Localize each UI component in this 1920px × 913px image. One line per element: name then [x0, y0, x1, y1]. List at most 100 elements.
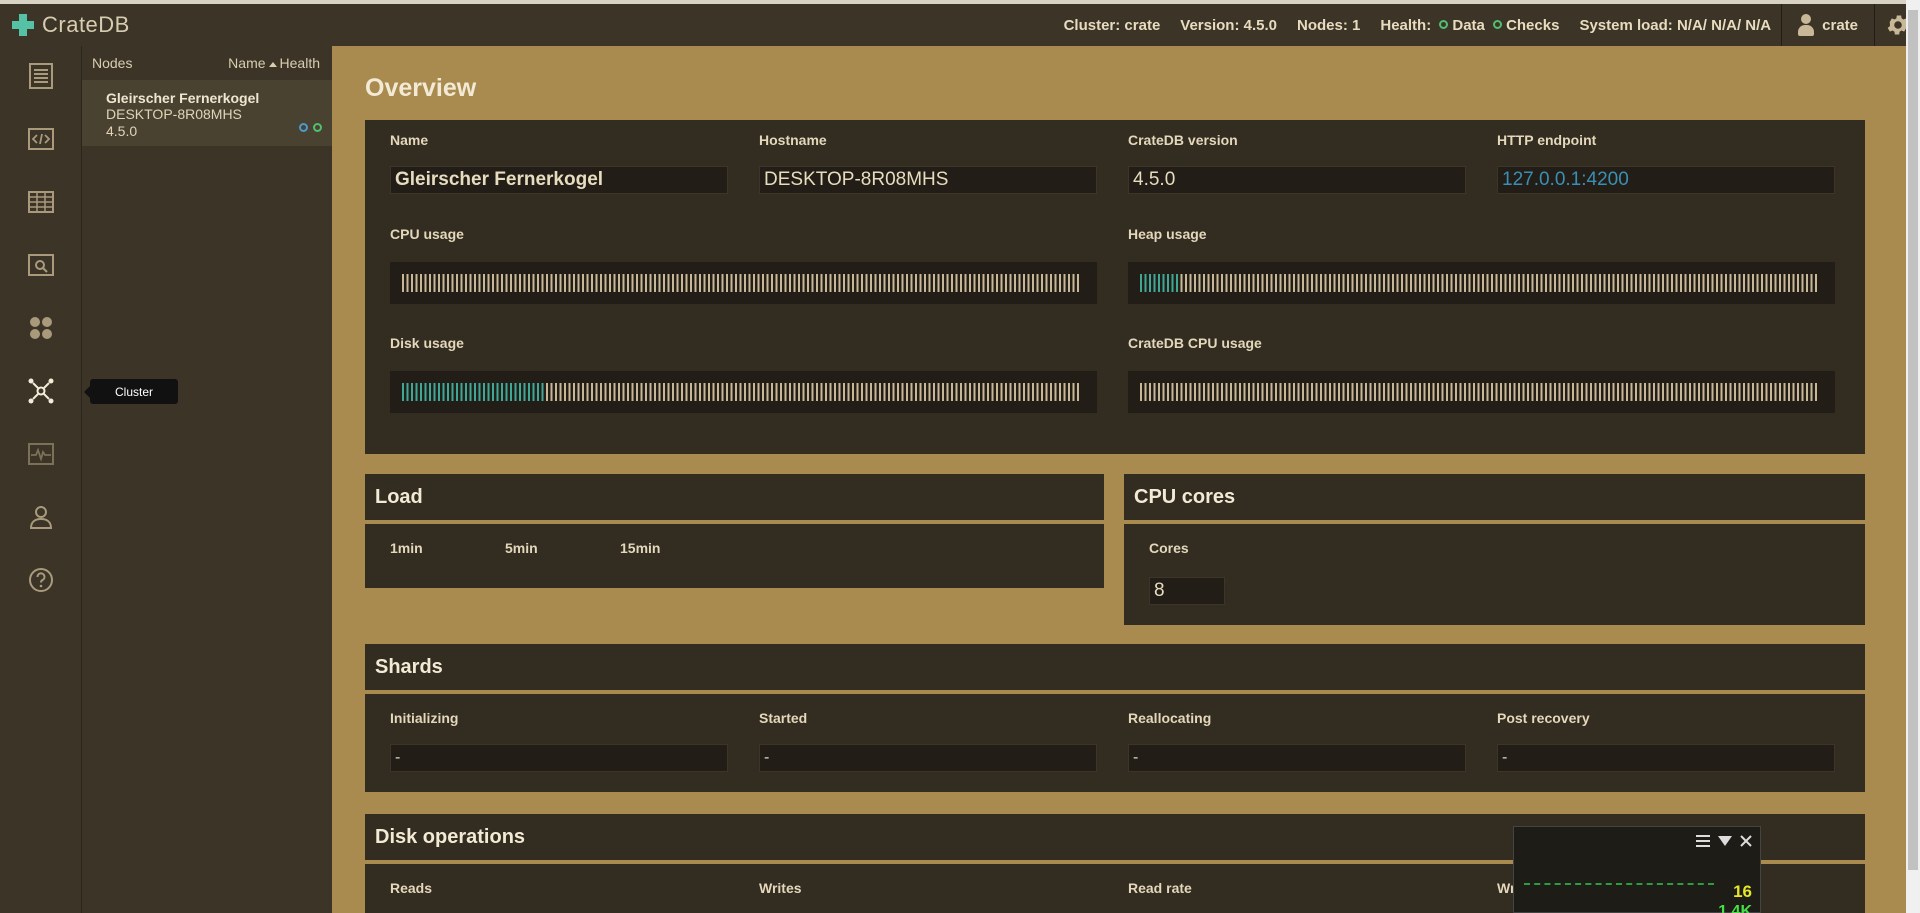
usage-tick	[1639, 383, 1642, 401]
usage-tick	[1599, 274, 1601, 292]
usage-tick	[1432, 274, 1435, 292]
usage-tick	[1234, 274, 1237, 292]
usage-tick	[1545, 383, 1547, 401]
usage-tick	[676, 383, 679, 401]
nodes-sort-control[interactable]: Name Health	[228, 55, 320, 71]
usage-tick	[1270, 383, 1273, 401]
usage-tick	[1405, 383, 1408, 401]
usage-tick	[1684, 383, 1687, 401]
cratedb-logo-icon	[12, 14, 34, 36]
nodes-count: Nodes: 1	[1297, 16, 1361, 34]
usage-tick	[438, 383, 440, 401]
usage-tick	[1576, 274, 1579, 292]
usage-tick	[685, 274, 688, 292]
usage-tick	[1225, 383, 1228, 401]
nav-views[interactable]	[0, 235, 82, 295]
usage-tick	[1194, 383, 1196, 401]
usage-tick	[1221, 383, 1223, 401]
usage-tick	[708, 383, 710, 401]
usage-tick	[879, 274, 881, 292]
usage-tick	[1788, 274, 1790, 292]
usage-tick	[1324, 383, 1327, 401]
usage-tick	[541, 274, 544, 292]
usage-tick	[1455, 383, 1457, 401]
usage-tick	[1212, 383, 1214, 401]
usage-tick	[1194, 274, 1196, 292]
usage-tick	[870, 383, 872, 401]
collapse-triangle-icon[interactable]	[1718, 835, 1732, 847]
usage-tick	[829, 383, 832, 401]
scrollbar-thumb[interactable]	[1908, 10, 1918, 870]
sort-name-label[interactable]: Name	[228, 55, 265, 71]
usage-tick	[933, 274, 935, 292]
widget-value-bottom: 1.4K	[1718, 903, 1752, 913]
usage-tick	[1266, 383, 1268, 401]
usage-tick	[1473, 274, 1475, 292]
usage-tick	[496, 383, 499, 401]
overview-card: Name Hostname CrateDB version HTTP endpo…	[365, 120, 1865, 454]
usage-tick	[1486, 274, 1489, 292]
close-icon[interactable]	[1740, 835, 1752, 847]
usage-tick	[843, 383, 845, 401]
usage-tick	[690, 383, 692, 401]
user-menu[interactable]: crate	[1781, 4, 1874, 46]
usage-tick	[456, 274, 458, 292]
usage-tick	[874, 383, 877, 401]
writes-label: Writes	[759, 880, 802, 896]
sort-health-label[interactable]: Health	[280, 55, 320, 71]
usage-tick	[622, 274, 625, 292]
usage-tick	[1734, 274, 1736, 292]
usage-tick	[960, 274, 962, 292]
usage-tick	[1468, 383, 1471, 401]
nav-help[interactable]	[0, 550, 82, 610]
usage-tick	[1486, 383, 1489, 401]
usage-tick	[627, 383, 629, 401]
name-field: Gleirscher Fernerkogel	[390, 166, 728, 194]
disk-usage-bar	[390, 371, 1097, 413]
usage-tick	[1450, 274, 1453, 292]
usage-tick	[582, 383, 584, 401]
node-status-dot-icon	[299, 123, 308, 132]
nav-overview[interactable]	[0, 46, 82, 106]
cores-label: Cores	[1149, 540, 1189, 556]
page-scrollbar[interactable]	[1906, 0, 1920, 913]
usage-tick	[775, 274, 778, 292]
brand[interactable]: CrateDB	[0, 12, 300, 38]
usage-tick	[1558, 274, 1561, 292]
usage-tick	[1725, 274, 1727, 292]
usage-tick	[1621, 274, 1624, 292]
crate-cpu-usage-label: CrateDB CPU usage	[1128, 335, 1262, 351]
floating-monitor-widget[interactable]: 16 1.4K	[1513, 826, 1761, 913]
usage-tick	[1149, 274, 1151, 292]
usage-tick	[1005, 383, 1007, 401]
usage-tick	[1351, 274, 1354, 292]
usage-tick	[901, 383, 904, 401]
http-endpoint-link[interactable]: 127.0.0.1:4200	[1497, 166, 1835, 194]
usage-tick	[1383, 274, 1385, 292]
usage-tick	[604, 383, 607, 401]
nav-cluster[interactable]	[0, 361, 82, 421]
nav-users[interactable]	[0, 487, 82, 547]
usage-tick	[834, 383, 836, 401]
usage-tick	[1315, 383, 1318, 401]
nav-console[interactable]	[0, 109, 82, 169]
usage-tick	[1356, 274, 1358, 292]
nav-tables[interactable]	[0, 172, 82, 232]
usage-tick	[1806, 274, 1808, 292]
menu-icon[interactable]	[1696, 835, 1710, 847]
usage-tick	[1068, 383, 1070, 401]
usage-tick	[1302, 383, 1304, 401]
usage-tick	[924, 274, 926, 292]
usage-tick	[532, 274, 535, 292]
user-icon	[1798, 14, 1815, 36]
usage-tick	[879, 383, 881, 401]
usage-tick	[438, 274, 440, 292]
usage-tick	[1009, 274, 1012, 292]
usage-tick	[1144, 383, 1147, 401]
nav-monitoring[interactable]	[0, 424, 82, 484]
usage-tick	[798, 274, 800, 292]
usage-tick	[1387, 274, 1390, 292]
nav-shards[interactable]	[0, 298, 82, 358]
usage-tick	[1756, 383, 1759, 401]
node-list-item[interactable]: Gleirscher Fernerkogel DESKTOP-8R08MHS 4…	[82, 80, 332, 146]
